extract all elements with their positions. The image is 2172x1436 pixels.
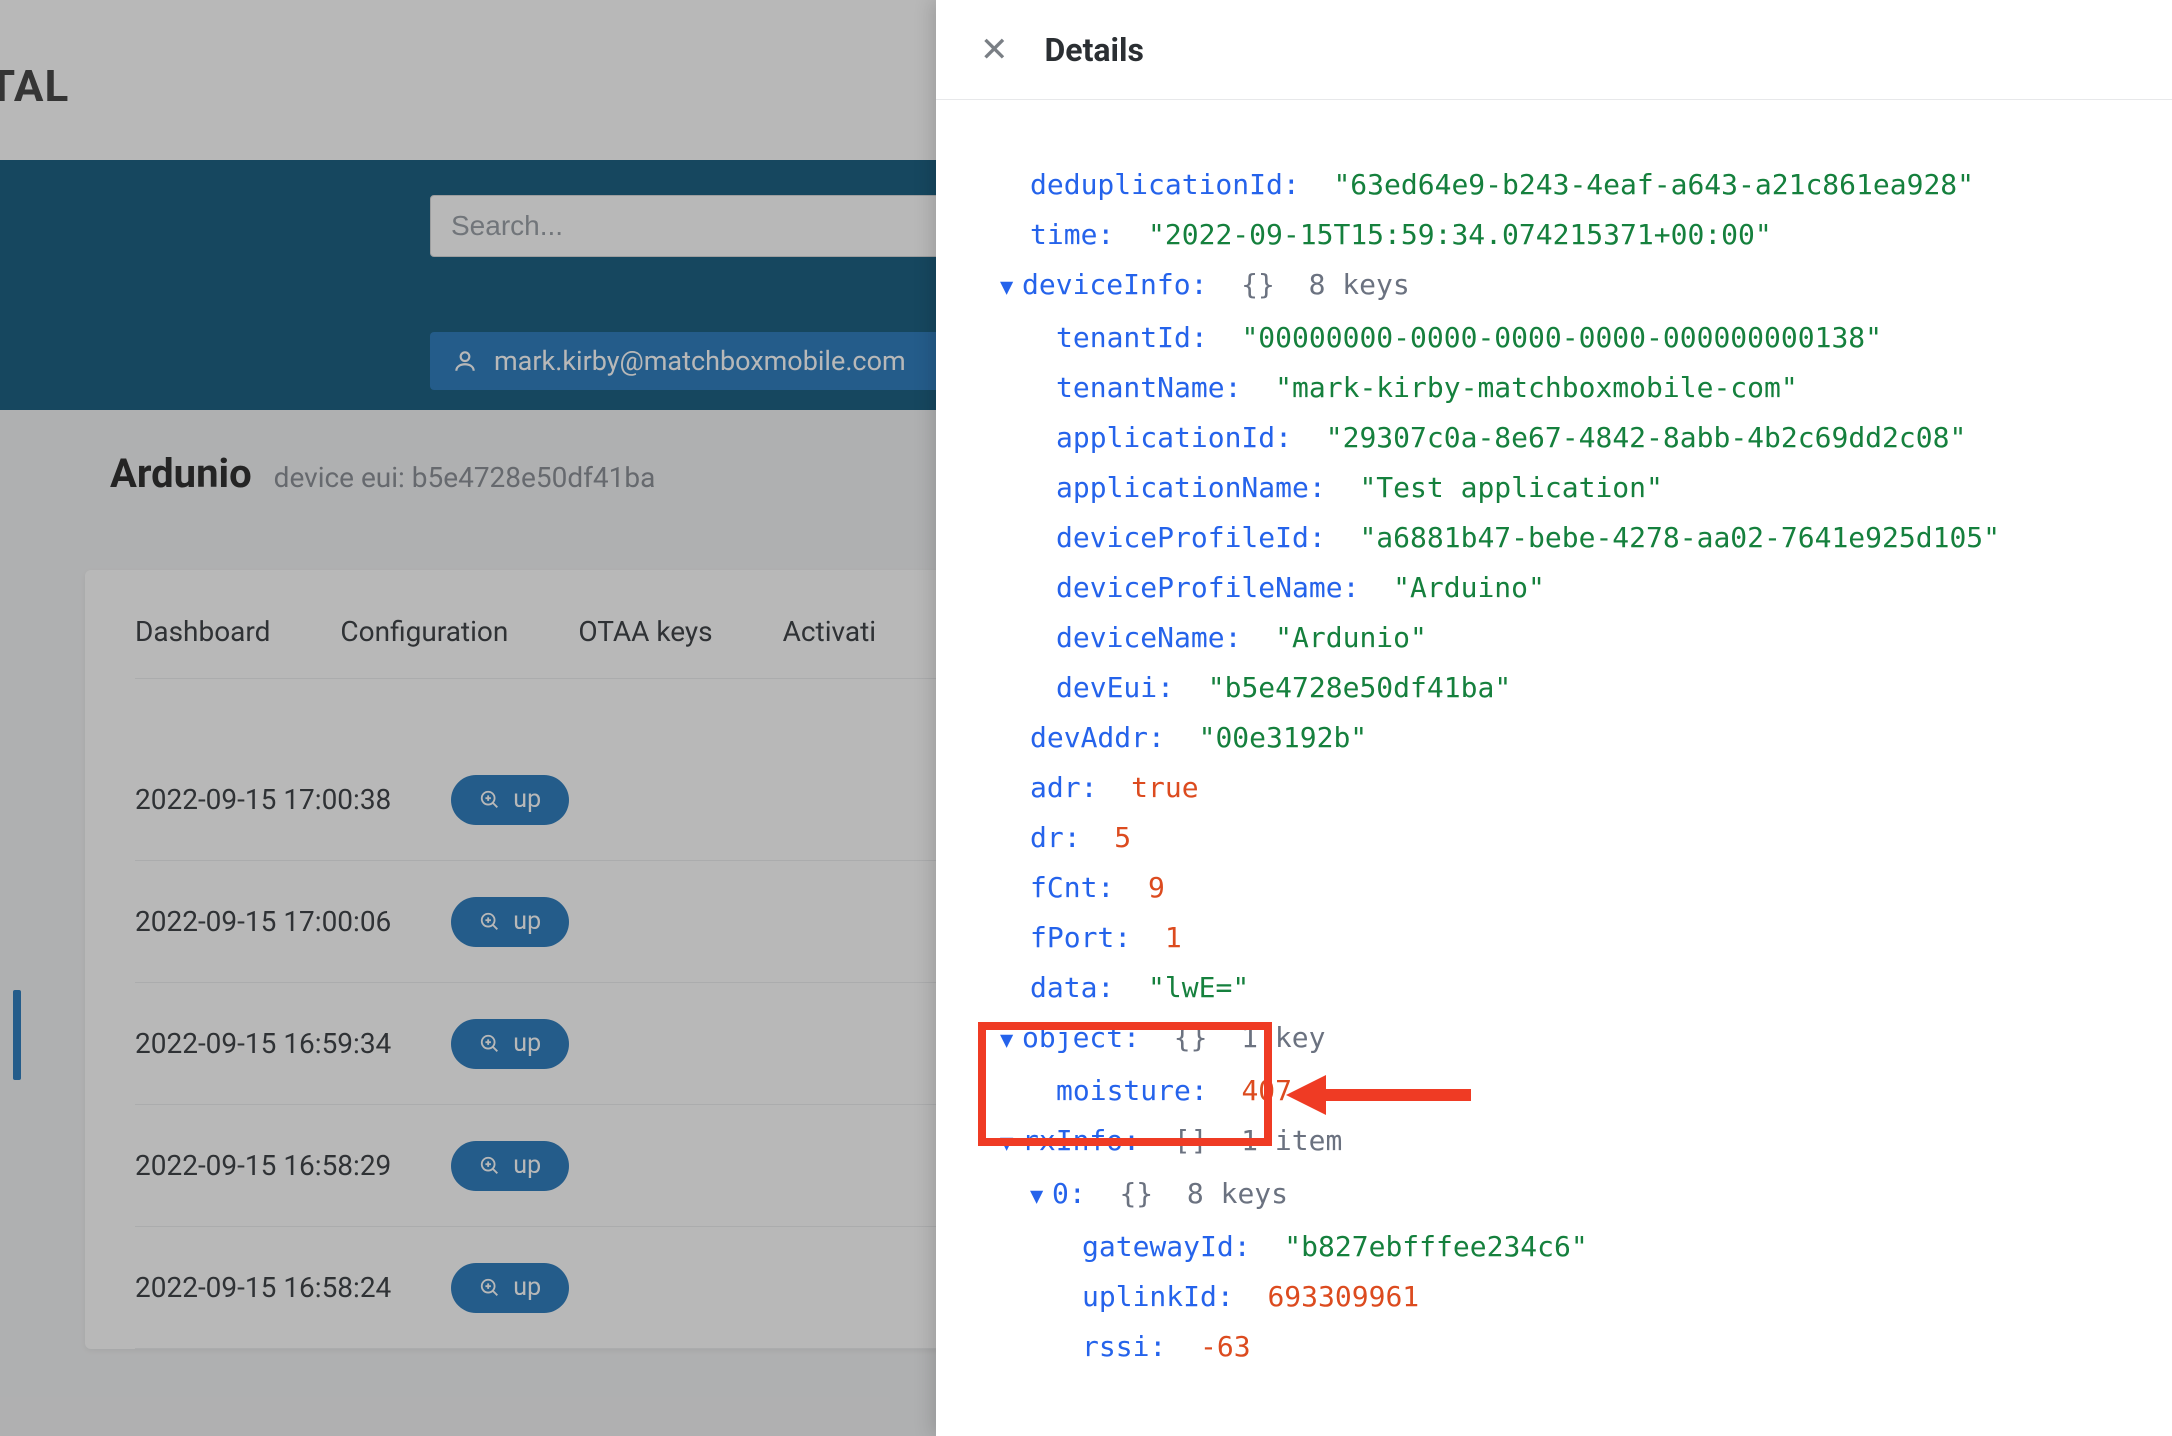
json-key: fPort: [1030, 921, 1131, 954]
caret-down-icon[interactable]: ▼ [1030, 1172, 1052, 1222]
json-value: true [1131, 771, 1198, 804]
json-value: "a6881b47-bebe-4278-aa02-7641e925d105" [1359, 521, 2000, 554]
tab-activation[interactable]: Activati [783, 615, 876, 648]
uplink-pill[interactable]: up [451, 1019, 569, 1069]
json-viewer: deduplicationId: "63ed64e9-b243-4eaf-a64… [936, 100, 2172, 1436]
event-timestamp: 2022-09-15 17:00:06 [135, 905, 391, 938]
json-key: deduplicationId: [1030, 168, 1300, 201]
json-value: 1 [1165, 921, 1182, 954]
json-key: tenantId: [1056, 321, 1208, 354]
json-key: devEui: [1056, 671, 1174, 704]
json-key[interactable]: object: [1022, 1021, 1140, 1054]
caret-down-icon[interactable]: ▼ [1000, 1016, 1022, 1066]
json-key: adr: [1030, 771, 1097, 804]
details-title: Details [1045, 31, 1144, 69]
details-panel: ✕ Details deduplicationId: "63ed64e9-b24… [936, 0, 2172, 1436]
json-value: "29307c0a-8e67-4842-8abb-4b2c69dd2c08" [1326, 421, 1967, 454]
user-chip[interactable]: mark.kirby@matchboxmobile.com [430, 332, 980, 390]
json-value: "Ardunio" [1275, 621, 1427, 654]
uplink-label: up [513, 785, 541, 814]
tab-otaa-keys[interactable]: OTAA keys [578, 615, 712, 648]
portal-brand-fragment: RTAL [0, 60, 69, 112]
json-key: applicationId: [1056, 421, 1292, 454]
close-icon[interactable]: ✕ [980, 33, 1009, 67]
uplink-pill[interactable]: up [451, 1141, 569, 1191]
json-value: "lwE=" [1148, 971, 1249, 1004]
uplink-label: up [513, 1029, 541, 1058]
json-value: "2022-09-15T15:59:34.074215371+00:00" [1148, 218, 1772, 251]
zoom-in-icon [479, 789, 501, 811]
json-value: "00e3192b" [1199, 721, 1368, 754]
uplink-pill[interactable]: up [451, 1263, 569, 1313]
json-value: "Arduino" [1393, 571, 1545, 604]
uplink-label: up [513, 1151, 541, 1180]
json-value: -63 [1200, 1330, 1251, 1363]
device-name: Ardunio [110, 450, 252, 497]
caret-down-icon[interactable]: ▼ [1000, 1119, 1022, 1169]
json-key: deviceProfileName: [1056, 571, 1359, 604]
json-value: "63ed64e9-b243-4eaf-a643-a21c861ea928" [1333, 168, 1974, 201]
json-type-badge: {} [1119, 1177, 1153, 1210]
event-timestamp: 2022-09-15 16:59:34 [135, 1027, 391, 1060]
json-key[interactable]: rxInfo: [1022, 1124, 1140, 1157]
json-key-moisture: moisture: [1056, 1074, 1208, 1107]
json-key-count: 1 key [1241, 1021, 1325, 1054]
event-timestamp: 2022-09-15 16:58:24 [135, 1271, 391, 1304]
uplink-label: up [513, 1273, 541, 1302]
json-key: gatewayId: [1082, 1230, 1251, 1263]
json-key: applicationName: [1056, 471, 1326, 504]
json-key: fCnt: [1030, 871, 1114, 904]
json-key-count: 8 keys [1187, 1177, 1288, 1210]
zoom-in-icon [479, 1277, 501, 1299]
json-key-count: 8 keys [1309, 268, 1410, 301]
user-email: mark.kirby@matchboxmobile.com [494, 345, 906, 377]
json-value: 693309961 [1267, 1280, 1419, 1313]
zoom-in-icon [479, 1033, 501, 1055]
json-key[interactable]: deviceInfo: [1022, 268, 1207, 301]
user-icon [452, 348, 478, 374]
zoom-in-icon [479, 1155, 501, 1177]
json-value: "Test application" [1359, 471, 1662, 504]
json-key: deviceProfileId: [1056, 521, 1326, 554]
json-value-moisture: 407 [1241, 1074, 1292, 1107]
json-item-count: 1 item [1241, 1124, 1342, 1157]
caret-down-icon[interactable]: ▼ [1000, 263, 1022, 313]
json-value: "b827ebfffee234c6" [1284, 1230, 1587, 1263]
json-key: devAddr: [1030, 721, 1165, 754]
json-value: "00000000-0000-0000-0000-000000000138" [1241, 321, 1882, 354]
nav-active-indicator [13, 990, 21, 1080]
event-timestamp: 2022-09-15 17:00:38 [135, 783, 391, 816]
tab-dashboard[interactable]: Dashboard [135, 615, 270, 648]
event-timestamp: 2022-09-15 16:58:29 [135, 1149, 391, 1182]
json-type-badge: {} [1241, 268, 1275, 301]
json-key: uplinkId: [1082, 1280, 1234, 1313]
json-key: data: [1030, 971, 1114, 1004]
zoom-in-icon [479, 911, 501, 933]
json-key[interactable]: 0: [1052, 1177, 1086, 1210]
json-key: dr: [1030, 821, 1081, 854]
json-value: 5 [1114, 821, 1131, 854]
tab-configuration[interactable]: Configuration [340, 615, 508, 648]
uplink-pill[interactable]: up [451, 775, 569, 825]
json-value: "mark-kirby-matchboxmobile-com" [1275, 371, 1798, 404]
uplink-label: up [513, 907, 541, 936]
json-value: "b5e4728e50df41ba" [1208, 671, 1511, 704]
json-key: tenantName: [1056, 371, 1241, 404]
json-key: time: [1030, 218, 1114, 251]
device-header: Ardunio device eui: b5e4728e50df41ba [110, 450, 655, 497]
uplink-pill[interactable]: up [451, 897, 569, 947]
json-type-badge: {} [1174, 1021, 1208, 1054]
json-type-badge: [] [1174, 1124, 1208, 1157]
json-key: deviceName: [1056, 621, 1241, 654]
json-key: rssi: [1082, 1330, 1166, 1363]
details-header: ✕ Details [936, 0, 2172, 100]
device-eui-label: device eui: b5e4728e50df41ba [274, 461, 656, 494]
json-value: 9 [1148, 871, 1165, 904]
